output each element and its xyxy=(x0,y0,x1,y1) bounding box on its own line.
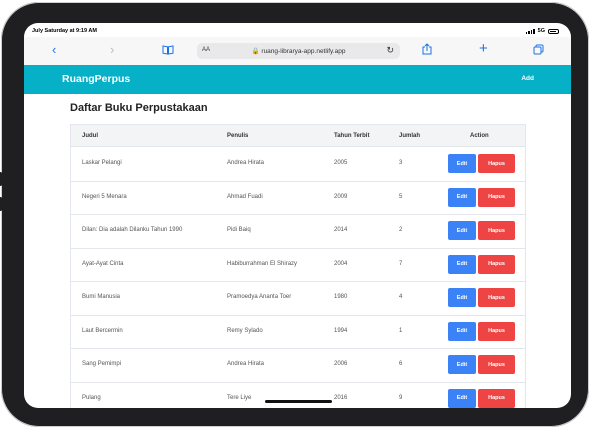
cell-jumlah: 5 xyxy=(399,193,403,200)
cell-penulis: Andrea Hirata xyxy=(227,160,265,166)
lock-icon: 🔒 xyxy=(251,48,260,55)
cell-jumlah: 6 xyxy=(399,361,403,367)
tablet-frame: July Saturday at 9:19 AM 5G ‹ › AA 🔒 rua… xyxy=(0,2,589,427)
cell-tahun-terbit: 2014 xyxy=(334,227,348,233)
signal-icon xyxy=(525,28,535,34)
chevron-left-icon[interactable]: ‹ xyxy=(52,42,56,58)
cell-penulis: Ahmad Fuadi xyxy=(227,193,263,200)
edit-button[interactable]: Edit xyxy=(448,221,476,240)
plus-icon[interactable]: + xyxy=(479,41,488,57)
address-bar[interactable]: AA 🔒 ruang-libraryа-app.netlify.app ↻ xyxy=(197,43,400,59)
cell-jumlah: 2 xyxy=(399,227,403,233)
status-bar: July Saturday at 9:19 AM 5G xyxy=(24,23,571,37)
cell-tahun-terbit: 2005 xyxy=(334,160,348,166)
browser-toolbar: ‹ › AA 🔒 ruang-libraryа-app.netlify.app … xyxy=(24,37,571,66)
cell-jumlah: 3 xyxy=(399,160,403,166)
status-time: July Saturday at 9:19 AM xyxy=(32,28,97,34)
brand-logo[interactable]: RuangPerpus xyxy=(62,73,130,85)
table-row: Ayat-Ayat Cinta Habiburrahman El Shirazy 2… xyxy=(71,248,525,282)
cell-jumlah: 9 xyxy=(399,394,403,401)
delete-button[interactable]: Hapus xyxy=(478,355,515,374)
cell-judul: Ayat-Ayat Cinta xyxy=(82,260,124,267)
delete-button[interactable]: Hapus xyxy=(478,221,515,240)
cell-jumlah: 4 xyxy=(399,294,403,300)
delete-button[interactable]: Hapus xyxy=(478,154,515,173)
table-row: Sang Pemimpi Andrea Hirata 2006 6 Edit Hapus xyxy=(71,348,525,383)
table-header: Judul Penulis Tahun Terbit Jumlah Action xyxy=(71,125,525,147)
home-indicator xyxy=(265,400,332,403)
tabs-icon[interactable] xyxy=(533,43,544,59)
delete-button[interactable]: Hapus xyxy=(478,187,515,207)
delete-button[interactable]: Hapus xyxy=(478,388,515,408)
book-icon[interactable] xyxy=(162,43,174,59)
battery-icon xyxy=(548,28,559,34)
edit-button[interactable]: Edit xyxy=(448,355,476,374)
cell-jumlah: 1 xyxy=(399,327,403,334)
status-indicators: 5G xyxy=(525,28,559,34)
delete-button[interactable]: Hapus xyxy=(478,254,515,274)
cell-tahun-terbit: 2006 xyxy=(334,361,348,367)
cell-penulis: Tere Liye xyxy=(227,394,252,401)
cell-jumlah: 7 xyxy=(399,260,403,267)
cell-judul: Laskar Pelangi xyxy=(82,160,122,166)
table-row: Laut Bercermin Remy Sylado 1994 1 Edit Hapus xyxy=(71,315,525,349)
delete-button[interactable]: Hapus xyxy=(478,321,515,341)
cell-tahun-terbit: 2004 xyxy=(334,260,348,267)
books-table: Judul Penulis Tahun Terbit Jumlah Action… xyxy=(70,124,526,408)
cell-judul: Negeri 5 Menara xyxy=(82,193,127,200)
header-jumlah: Jumlah xyxy=(399,133,421,139)
navbar: RuangPerpus Add xyxy=(24,65,571,94)
cell-judul: Pulang xyxy=(82,394,101,401)
cell-tahun-terbit: 2016 xyxy=(334,394,348,401)
cell-judul: Sang Pemimpi xyxy=(82,361,122,367)
edit-button[interactable]: Edit xyxy=(448,154,476,173)
edit-button[interactable]: Edit xyxy=(448,254,476,274)
cell-tahun-terbit: 1980 xyxy=(334,294,348,300)
add-link[interactable]: Add xyxy=(521,75,534,82)
cell-penulis: Habiburrahman El Shirazy xyxy=(227,260,298,267)
header-action: Action xyxy=(470,133,489,139)
side-button xyxy=(0,172,2,186)
table-row: Bumi Manusia Pramoedya Ananta Toer 1980 4 Ed… xyxy=(71,281,525,316)
cell-tahun-terbit: 2009 xyxy=(334,193,348,200)
edit-button[interactable]: Edit xyxy=(448,288,476,307)
cell-penulis: Pramoedya Ananta Toer xyxy=(227,294,292,300)
cell-penulis: Andrea Hirata xyxy=(227,361,265,367)
delete-button[interactable]: Hapus xyxy=(478,288,515,307)
screen: July Saturday at 9:19 AM 5G ‹ › AA 🔒 rua… xyxy=(24,23,571,408)
cell-tahun-terbit: 1994 xyxy=(334,327,348,334)
cell-judul: Laut Bercermin xyxy=(82,327,123,334)
header-penulis: Penulis xyxy=(227,133,249,139)
cell-judul: Dilan: Dia adalah Dilanku Tahun 1990 xyxy=(82,227,183,233)
table-row: Laskar Pelangi Andrea Hirata 2005 3 Edit Hapu… xyxy=(71,147,525,182)
header-judul: Judul xyxy=(82,133,98,139)
cell-penulis: Remy Sylado xyxy=(227,327,263,334)
table-row: Negeri 5 Menara Ahmad Fuadi 2009 5 Edit Hapus xyxy=(71,181,525,215)
url-text: 🔒 ruang-libraryа-app.netlify.app xyxy=(251,48,346,55)
edit-button[interactable]: Edit xyxy=(448,187,476,207)
table-row: Dilan: Dia adalah Dilanku Tahun 1990 Pidi… xyxy=(71,214,525,249)
page-title: Daftar Buku Perpustakaan xyxy=(70,102,208,114)
edit-button[interactable]: Edit xyxy=(448,388,476,408)
edit-button[interactable]: Edit xyxy=(448,321,476,341)
table-row: Pulang Tere Liye 2016 9 Edit Hapus xyxy=(71,382,525,409)
reload-icon[interactable]: ↻ xyxy=(386,45,394,56)
cell-judul: Bumi Manusia xyxy=(82,294,121,300)
network-label: 5G xyxy=(537,28,545,34)
side-button xyxy=(0,197,2,211)
chevron-right-icon[interactable]: › xyxy=(110,42,114,58)
header-tahun-terbit: Tahun Terbit xyxy=(334,133,370,139)
cell-penulis: Pidi Baiq xyxy=(227,227,251,233)
share-icon[interactable] xyxy=(422,43,432,59)
